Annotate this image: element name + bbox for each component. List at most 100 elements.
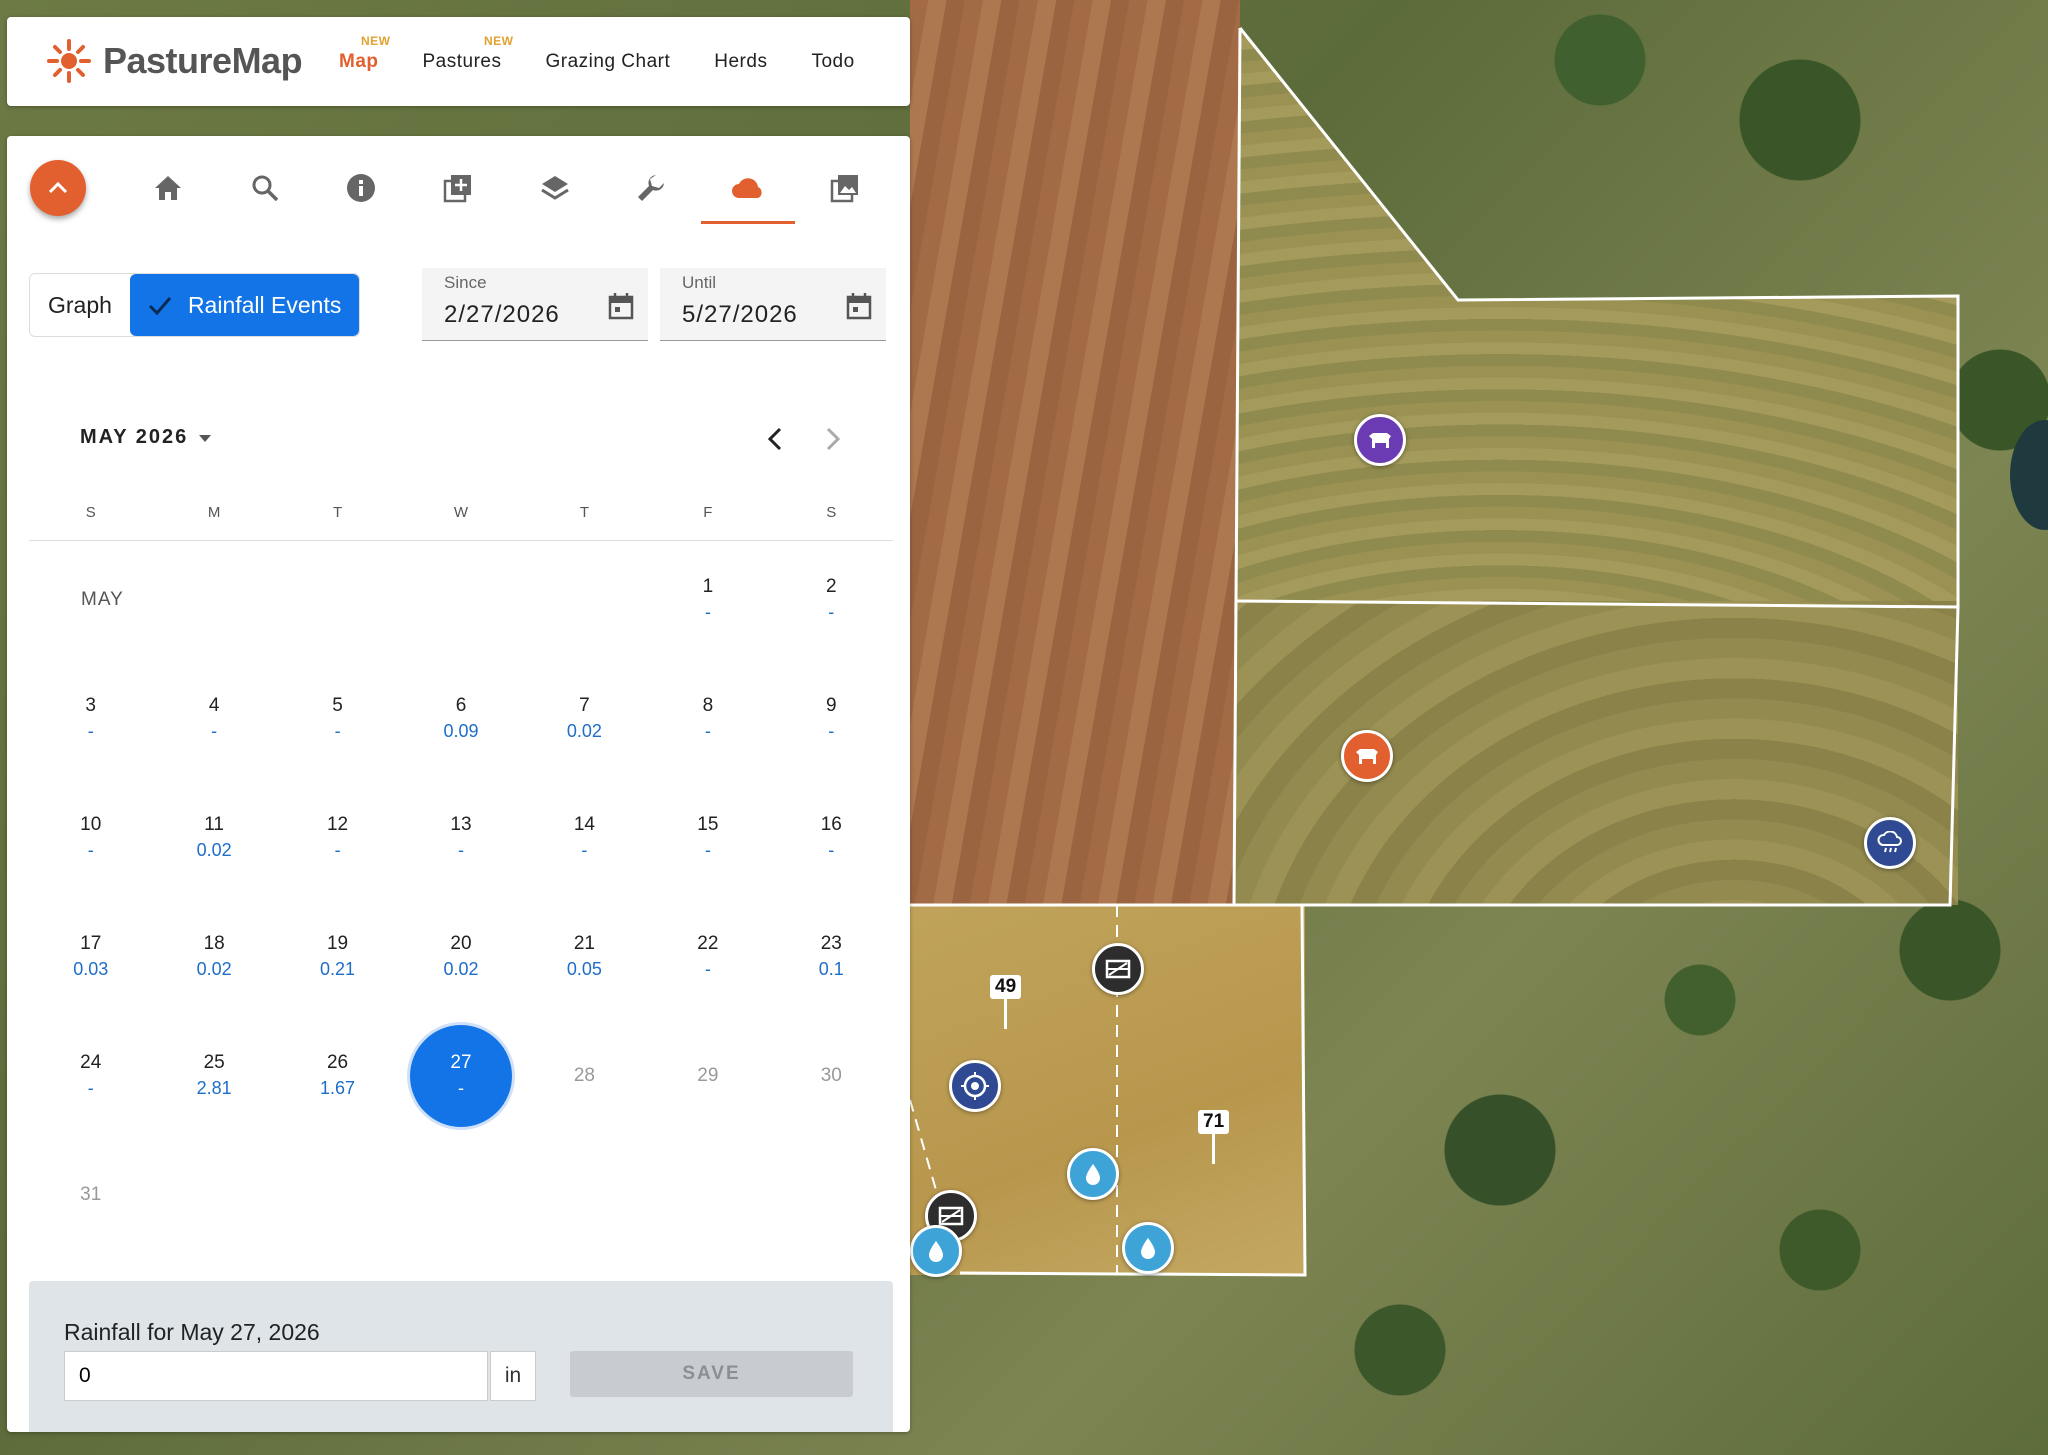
nav-pastures[interactable]: NEW Pastures xyxy=(401,34,524,73)
day-number: 7 xyxy=(579,695,590,716)
calendar-day[interactable]: 26 1.67 xyxy=(276,1016,399,1135)
water-marker[interactable] xyxy=(1067,1148,1119,1200)
day-number: 10 xyxy=(80,814,102,835)
calendar-day[interactable]: 10 - xyxy=(29,778,152,897)
calendar-day[interactable]: 1- xyxy=(646,540,769,659)
rainfall-events-toggle[interactable]: Rainfall Events xyxy=(129,274,360,336)
day-number: 9 xyxy=(825,695,837,716)
calendar-day-future: 30 xyxy=(770,1016,893,1135)
herd-marker-purple[interactable] xyxy=(1354,414,1406,466)
calendar-day[interactable]: 18 0.02 xyxy=(152,897,275,1016)
since-value: 2/27/2026 xyxy=(444,301,560,328)
water-marker[interactable] xyxy=(1122,1222,1174,1274)
map-pin[interactable]: 49 xyxy=(990,975,1022,1029)
day-number: 30 xyxy=(820,1064,842,1086)
herd-marker-orange[interactable] xyxy=(1341,730,1393,782)
day-number: 28 xyxy=(573,1064,595,1086)
new-badge: NEW xyxy=(361,33,391,48)
tool-layers[interactable] xyxy=(533,166,577,210)
calendar-day[interactable]: 25 2.81 xyxy=(152,1016,275,1135)
calendar-day[interactable]: 15 - xyxy=(646,778,769,897)
day-rainfall: 0.05 xyxy=(566,959,602,979)
calendar-day[interactable]: 11 0.02 xyxy=(152,778,275,897)
day-rainfall: - xyxy=(704,959,711,979)
nav-links: NEW Map NEW Pastures Grazing Chart Herds… xyxy=(317,17,877,106)
day-number: 19 xyxy=(326,933,349,954)
calendar-day[interactable]: 13 - xyxy=(399,778,522,897)
calendar-day[interactable]: 16 - xyxy=(770,778,893,897)
calendar-day[interactable]: 24 - xyxy=(29,1016,152,1135)
calendar-day[interactable]: 20 0.02 xyxy=(399,897,522,1016)
calendar-day[interactable]: 2- xyxy=(770,540,893,659)
tool-home[interactable] xyxy=(146,166,190,210)
calendar-day[interactable]: 12 - xyxy=(276,778,399,897)
until-date-field[interactable]: Until 5/27/2026 xyxy=(660,268,886,341)
month-selector[interactable]: MAY 2026 xyxy=(80,426,212,449)
nav-herds[interactable]: Herds xyxy=(692,51,789,73)
nav-map[interactable]: NEW Map xyxy=(317,34,401,73)
calendar-day[interactable]: 23 0.1 xyxy=(770,897,893,1016)
calendar-day[interactable]: 4- xyxy=(152,659,275,778)
rainfall-amount-input[interactable] xyxy=(64,1351,488,1401)
calendar-day[interactable]: 14 - xyxy=(523,778,646,897)
pin-stem xyxy=(1212,1134,1216,1164)
rain-cloud-icon xyxy=(1877,831,1902,853)
calendar-day[interactable]: 6 0.09 xyxy=(399,659,522,778)
calendar-day-selected[interactable]: 27 - xyxy=(399,1016,522,1135)
calendar-grid: MAY 1- 2- 3- 4- 5- 6 0.09 7 0.02 8- 9- 10-… xyxy=(29,540,893,1254)
tool-settings[interactable] xyxy=(629,166,673,210)
tool-info[interactable] xyxy=(339,166,383,210)
nav-grazing-chart[interactable]: Grazing Chart xyxy=(523,51,692,73)
day-number: 17 xyxy=(80,933,102,954)
target-marker[interactable] xyxy=(949,1060,1001,1112)
day-number: 6 xyxy=(455,695,467,716)
tool-add-layer[interactable] xyxy=(436,166,480,210)
pin-stem xyxy=(1004,999,1008,1029)
weekday: T xyxy=(579,504,589,521)
nav-label: Todo xyxy=(811,50,855,72)
tool-photos[interactable] xyxy=(823,166,867,210)
calendar-day[interactable]: 9- xyxy=(770,659,893,778)
logo[interactable]: PastureMap xyxy=(45,37,303,85)
calendar-day[interactable]: 19 0.21 xyxy=(276,897,399,1016)
day-rainfall: - xyxy=(87,840,94,860)
day-number: 16 xyxy=(820,814,842,835)
day-number: 31 xyxy=(80,1183,102,1205)
chevron-left-icon[interactable] xyxy=(764,426,788,452)
day-rainfall: 0.02 xyxy=(443,959,479,979)
gate-icon xyxy=(1105,959,1131,979)
rainfall-entry-title: Rainfall for May 27, 2026 xyxy=(64,1319,320,1345)
graph-toggle[interactable]: Graph xyxy=(30,274,130,336)
day-number: 18 xyxy=(203,933,225,954)
panel-toolbar xyxy=(7,136,910,236)
calendar-day[interactable]: 21 0.05 xyxy=(523,897,646,1016)
app-name: PastureMap xyxy=(103,40,303,81)
tool-search[interactable] xyxy=(243,166,287,210)
day-rainfall: 0.09 xyxy=(443,721,479,741)
save-button[interactable]: SAVE xyxy=(570,1351,853,1397)
water-marker[interactable] xyxy=(910,1225,962,1277)
day-number: 20 xyxy=(450,933,472,954)
home-icon xyxy=(155,176,181,200)
rain-gauge-marker[interactable] xyxy=(1864,817,1916,869)
gate-marker[interactable] xyxy=(1092,943,1144,995)
since-date-field[interactable]: Since 2/27/2026 xyxy=(422,268,648,341)
target-icon xyxy=(961,1072,989,1100)
calendar-day[interactable]: 22 - xyxy=(646,897,769,1016)
tool-rainfall[interactable] xyxy=(701,166,795,224)
layers-icon xyxy=(541,176,569,200)
day-rainfall: 2.81 xyxy=(196,1078,232,1098)
calendar-day[interactable]: 8- xyxy=(646,659,769,778)
calendar-day[interactable]: 7 0.02 xyxy=(523,659,646,778)
since-label: Since xyxy=(444,273,487,292)
collapse-button[interactable] xyxy=(30,160,86,216)
map-pin[interactable]: 71 xyxy=(1198,1110,1230,1164)
chevron-right-icon[interactable] xyxy=(820,426,844,452)
calendar-day[interactable]: 5- xyxy=(276,659,399,778)
calendar-day[interactable]: 3- xyxy=(29,659,152,778)
calendar-day[interactable]: 17 0.03 xyxy=(29,897,152,1016)
nav-todo[interactable]: Todo xyxy=(789,51,876,73)
calendar-icon[interactable] xyxy=(608,292,634,320)
calendar-icon[interactable] xyxy=(846,292,872,320)
day-rainfall: - xyxy=(334,721,341,741)
